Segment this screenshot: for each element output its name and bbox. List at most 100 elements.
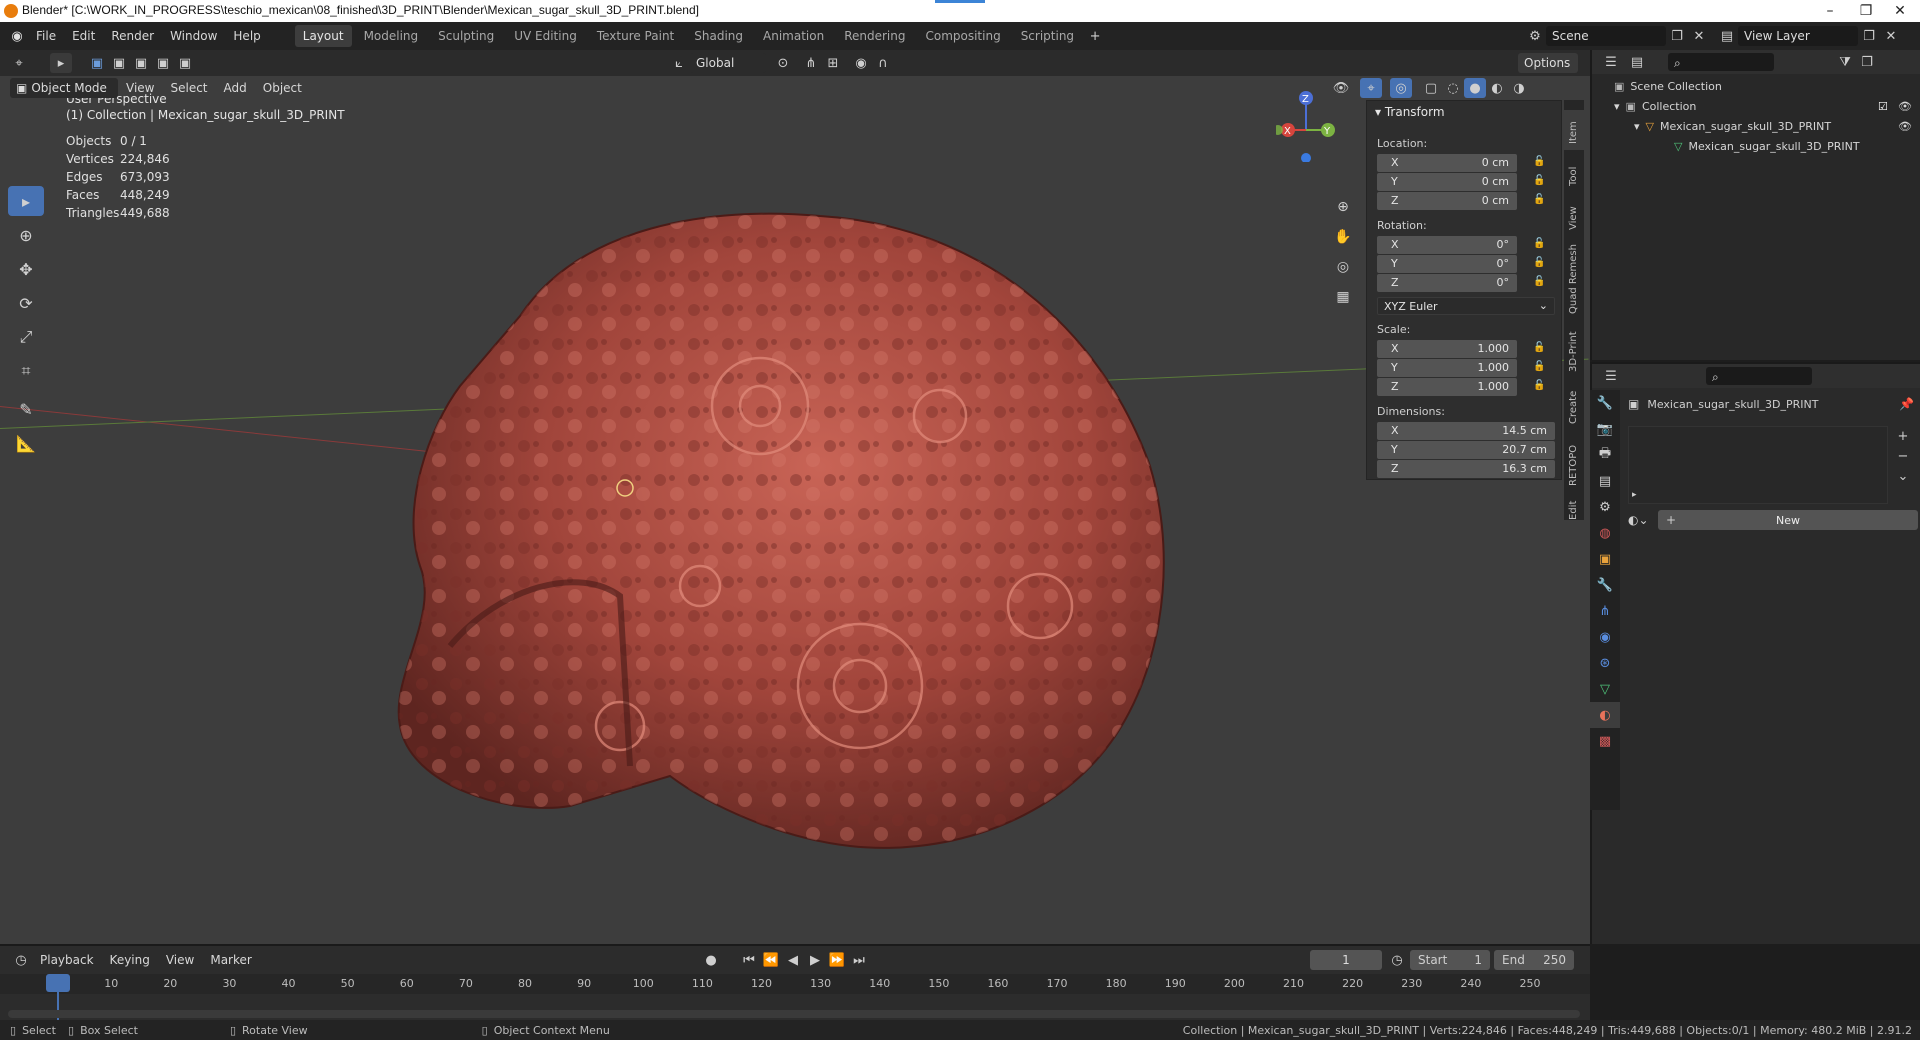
select-tool-icon[interactable]: ▸ [50,53,72,73]
tab-scripting[interactable]: Scripting [1013,25,1082,47]
select-mode-subtract-icon[interactable]: ▣ [130,53,152,73]
falloff-icon[interactable]: ∩ [872,53,894,73]
dimension-x-field[interactable]: X 14.5 cm [1377,422,1555,440]
orientation-select[interactable]: Global [690,53,766,73]
constraints-icon[interactable]: ⊛ [1590,650,1620,676]
lock-icon[interactable]: 🔓 [1533,257,1547,271]
outliner-row-collection[interactable]: ▾ ▣ Collection ☑ 👁 [1592,96,1920,116]
transform-icon[interactable]: ⌗ [8,356,44,386]
tool-settings-icon[interactable]: 🔧 [1590,390,1620,416]
timeline-editor-icon[interactable]: ◷ [10,950,32,970]
world-icon[interactable]: ◍ [1590,520,1620,546]
tab-uv-editing[interactable]: UV Editing [506,25,585,47]
lock-icon[interactable]: 🔓 [1533,175,1547,189]
expand-arrow-icon[interactable]: ▸ [1632,490,1637,500]
tab-compositing[interactable]: Compositing [917,25,1008,47]
pin-icon[interactable]: 📌 [1899,397,1914,411]
eye-icon[interactable]: 👁 [1898,120,1912,133]
scale-icon[interactable]: ⤢ [8,322,44,352]
tab-modeling[interactable]: Modeling [356,25,427,47]
vp-menu-view[interactable]: View [118,76,162,100]
modifier-icon[interactable]: 🔧 [1590,572,1620,598]
material-browse-icon[interactable]: ◐⌄ [1628,513,1658,527]
mesh-data-tab-icon[interactable]: ▽ [1590,676,1620,702]
tab-view[interactable]: View [1564,196,1584,236]
scene-tab-icon[interactable]: ⚙ [1590,494,1620,520]
current-frame-field[interactable]: 1 [1310,950,1382,970]
tab-layout[interactable]: Layout [294,25,352,47]
outliner-row-object[interactable]: ▾ ▽ Mexican_sugar_skull_3D_PRINT 👁 [1592,116,1920,136]
close-button[interactable]: ✕ [1880,0,1920,22]
checkbox-icon[interactable]: ☑ [1878,100,1888,113]
play-icon[interactable]: ▶ [804,950,826,970]
add-slot-icon[interactable]: + [1892,426,1914,446]
tab-create[interactable]: Create [1564,380,1584,430]
record-icon[interactable]: ● [700,950,722,970]
tab-animation[interactable]: Animation [755,25,832,47]
pan-hand-icon[interactable]: ✋ [1330,224,1356,250]
vp-menu-add[interactable]: Add [216,76,255,100]
3d-viewport[interactable]: User Perspective (1) Collection | Mexica… [0,76,1590,944]
new-material-button[interactable]: + New [1658,510,1918,530]
options-dropdown[interactable]: Options [1518,53,1578,73]
outliner-search-input[interactable]: ⌕ [1668,53,1774,71]
select-mode-new-icon[interactable]: ▣ [86,53,108,73]
texture-icon[interactable]: ▩ [1590,728,1620,754]
tab-edit[interactable]: Edit [1564,494,1584,524]
select-mode-intersect-icon[interactable]: ▣ [174,53,196,73]
view-layer-field[interactable]: View Layer [1738,26,1858,46]
timeline-menu-view[interactable]: View [158,948,202,972]
particles-icon[interactable]: ⋔ [1590,598,1620,624]
slot-menu-icon[interactable]: ⌄ [1892,466,1914,486]
location-y-field[interactable]: Y 0 cm [1377,173,1517,191]
timeline-menu-keying[interactable]: Keying [102,948,158,972]
material-shading-icon[interactable]: ◐ [1486,78,1508,98]
scale-x-field[interactable]: X 1.000 [1377,340,1517,358]
display-mode-icon[interactable]: ▤ [1626,52,1648,72]
select-mode-invert-icon[interactable]: ▣ [152,53,174,73]
dimension-z-field[interactable]: Z 16.3 cm [1377,460,1555,478]
scene-field[interactable]: Scene [1546,26,1666,46]
timeline-scrollbar[interactable] [8,1010,1580,1018]
scale-y-field[interactable]: Y 1.000 [1377,359,1517,377]
new-scene-icon[interactable]: ❐ [1666,26,1688,46]
menu-file[interactable]: File [28,22,64,50]
lock-icon[interactable]: 🔓 [1533,342,1547,356]
xray-icon[interactable]: ▢ [1420,78,1442,98]
start-frame-field[interactable]: Start 1 [1410,950,1490,970]
rotation-z-field[interactable]: Z 0° [1377,274,1517,292]
filter-icon[interactable]: ⧩ [1834,52,1856,72]
snap-icon[interactable]: ⋔ [800,53,822,73]
lock-icon[interactable]: 🔓 [1533,361,1547,375]
delete-scene-icon[interactable]: ✕ [1688,26,1710,46]
tab-item[interactable]: Item [1564,110,1584,150]
vp-menu-object[interactable]: Object [255,76,310,100]
menu-window[interactable]: Window [162,22,225,50]
material-icon[interactable]: ◐ [1590,702,1620,728]
remove-slot-icon[interactable]: − [1892,446,1914,466]
new-collection-icon[interactable]: ❐ [1856,52,1878,72]
end-frame-field[interactable]: End 250 [1494,950,1574,970]
move-icon[interactable]: ✥ [8,254,44,284]
outliner-row-mesh-data[interactable]: ▽ Mexican_sugar_skull_3D_PRINT [1592,136,1920,156]
menu-render[interactable]: Render [103,22,162,50]
render-icon[interactable]: 📷 [1590,416,1620,442]
editor-type-icon[interactable]: ⌖ [8,53,30,73]
jump-end-icon[interactable]: ⏭ [848,950,870,970]
outliner-row-scene-collection[interactable]: ▣ Scene Collection [1592,76,1920,96]
rotation-x-field[interactable]: X 0° [1377,236,1517,254]
blender-menu-icon[interactable]: ◉ [6,26,28,46]
location-x-field[interactable]: X 0 cm [1377,154,1517,172]
timeline-menu-marker[interactable]: Marker [202,948,259,972]
visibility-icon[interactable]: 👁 [1330,78,1352,98]
solid-shading-icon[interactable]: ● [1464,78,1486,98]
output-icon[interactable]: 🖶 [1590,442,1620,468]
lock-icon[interactable]: 🔓 [1533,276,1547,290]
lock-icon[interactable]: 🔓 [1533,194,1547,208]
gizmo-toggle-icon[interactable]: ⌖ [1360,78,1382,98]
jump-start-icon[interactable]: ⏮ [738,950,760,970]
proportional-edit-icon[interactable]: ◉ [850,53,872,73]
camera-icon[interactable]: ◎ [1330,254,1356,280]
tab-shading[interactable]: Shading [686,25,751,47]
properties-editor-icon[interactable]: ☰ [1600,366,1622,386]
